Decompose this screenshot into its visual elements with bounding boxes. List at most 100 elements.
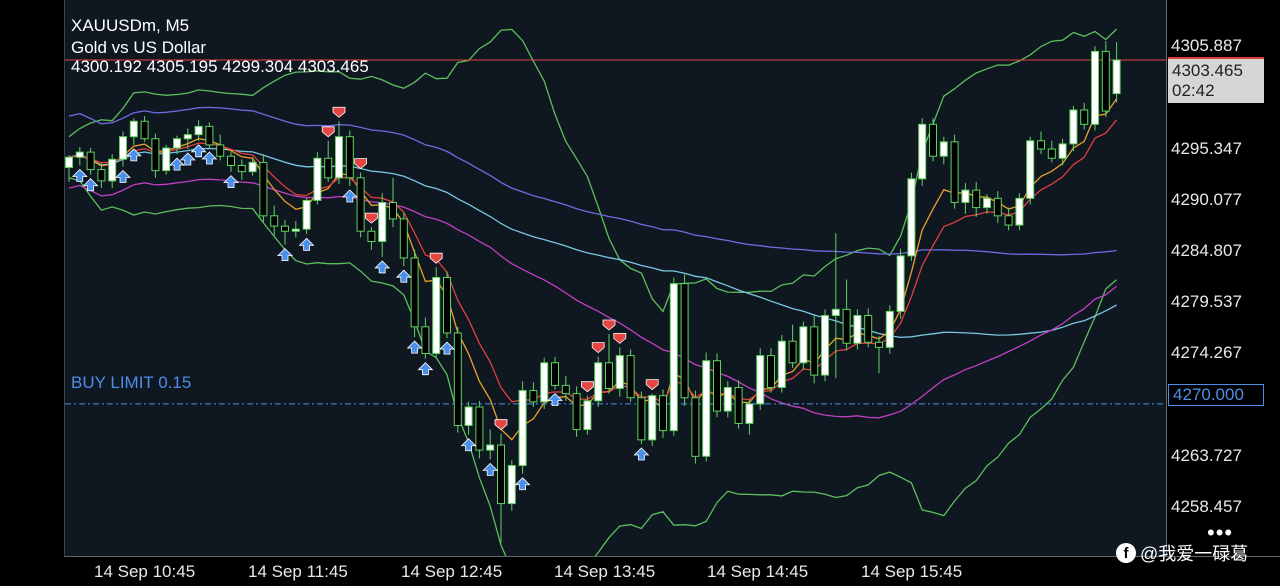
candle-body [378, 201, 387, 243]
sell-arrow-icon [494, 419, 508, 431]
candle-body [842, 308, 851, 344]
candle-body [583, 400, 592, 431]
price-tick: 4279.537 [1171, 292, 1242, 311]
sell-arrow-icon [645, 379, 659, 391]
candle-body [443, 276, 451, 334]
candle-body [756, 355, 765, 405]
candle-body [1004, 215, 1013, 226]
facebook-icon: f [1116, 543, 1136, 563]
chart-area[interactable] [64, 0, 1167, 556]
candle-body [65, 156, 73, 169]
candle-body [151, 138, 160, 172]
candle-body [270, 215, 279, 227]
price-tick: 4305.887 [1171, 36, 1242, 55]
buy-arrow-icon [514, 477, 531, 491]
buy-arrow-icon [115, 169, 131, 183]
candle-body [216, 144, 225, 157]
candle-body [875, 341, 883, 348]
candle-body [291, 228, 300, 232]
candle-body [864, 315, 873, 343]
candle-body [389, 201, 397, 220]
candle-body [324, 157, 333, 179]
candle-body [615, 355, 624, 389]
sell-arrow-icon [429, 252, 443, 264]
sell-arrow-icon [591, 342, 605, 354]
buy-arrow-icon [277, 248, 293, 261]
candle-body [237, 164, 246, 173]
candle-body [950, 141, 959, 203]
price-chart [65, 28, 1167, 556]
candle-body [626, 355, 635, 399]
candle-body [659, 395, 667, 432]
candle-body [561, 384, 570, 395]
buy-arrow-icon [439, 341, 455, 355]
candle-body [259, 161, 268, 217]
candle-body [907, 178, 916, 257]
time-tick: 14 Sep 10:45 [94, 562, 196, 581]
candle-body [410, 257, 419, 328]
current-price: 4303.465 [1172, 61, 1243, 80]
candle-body [929, 123, 937, 157]
buy-arrow-icon [460, 438, 477, 452]
candle-body [302, 199, 311, 230]
sell-arrow-icon [365, 212, 378, 224]
candle-body [173, 138, 181, 149]
candle-body [1037, 140, 1045, 150]
candle-body [723, 386, 732, 412]
candle-body [205, 125, 214, 146]
candle-body [1091, 50, 1099, 125]
buy-limit-label[interactable]: BUY LIMIT 0.15 [71, 373, 191, 393]
ohlc-readout: 4300.192 4305.195 4299.304 4303.465 [71, 57, 369, 76]
candle-body [691, 397, 700, 457]
candle-body [1101, 50, 1110, 112]
buy-arrow-icon [633, 447, 650, 461]
candle-body [227, 155, 235, 166]
bar-countdown: 02:42 [1172, 81, 1215, 100]
time-tick: 14 Sep 15:45 [861, 562, 963, 581]
time-axis: 14 Sep 10:45 14 Sep 11:45 14 Sep 12:45 1… [64, 556, 1280, 586]
price-tick: 4258.457 [1171, 497, 1242, 516]
buy-arrow-icon [341, 189, 358, 203]
ema-slow-line [68, 119, 1118, 404]
candle-body [1080, 109, 1089, 125]
candle-body [183, 134, 192, 140]
candle-body [1112, 59, 1121, 95]
candle-body [497, 444, 505, 505]
candle-body [1069, 109, 1078, 145]
candle-body [918, 123, 927, 180]
candle-body [788, 340, 797, 364]
buy-arrow-icon [190, 144, 207, 158]
candle-body [86, 151, 95, 171]
candle-body [540, 362, 549, 403]
candle-body [453, 332, 462, 426]
candle-body [345, 136, 354, 179]
candle-body [713, 360, 721, 412]
candle-body [594, 362, 603, 402]
price-tick: 4290.077 [1171, 190, 1242, 209]
buy-arrow-icon [179, 152, 196, 166]
candle-body [1047, 148, 1056, 159]
candle-body [399, 218, 408, 259]
candle-body [313, 157, 322, 201]
candle-body [1058, 143, 1067, 159]
sell-arrow-icon [613, 332, 627, 344]
buy-arrow-icon [201, 151, 218, 165]
candle-body [896, 255, 905, 312]
watermark-text: @我爱一碌葛 [1140, 544, 1249, 564]
candle-body [421, 326, 430, 355]
price-tick: 4295.347 [1171, 139, 1242, 158]
candle-body [821, 315, 829, 376]
candle-body [97, 169, 106, 182]
candle-body [507, 465, 516, 505]
candle-body [767, 355, 775, 388]
candle-body [605, 362, 613, 389]
candle-body [572, 393, 581, 431]
candle-body [961, 189, 970, 203]
buy-arrow-icon [223, 175, 239, 189]
candle-body [1026, 140, 1035, 199]
candle-body [486, 444, 495, 451]
buy-arrow-icon [374, 260, 391, 274]
limit-price-box[interactable]: 4270.000 [1168, 384, 1264, 406]
candle-body [993, 197, 1002, 217]
buy-arrow-icon [395, 269, 412, 283]
